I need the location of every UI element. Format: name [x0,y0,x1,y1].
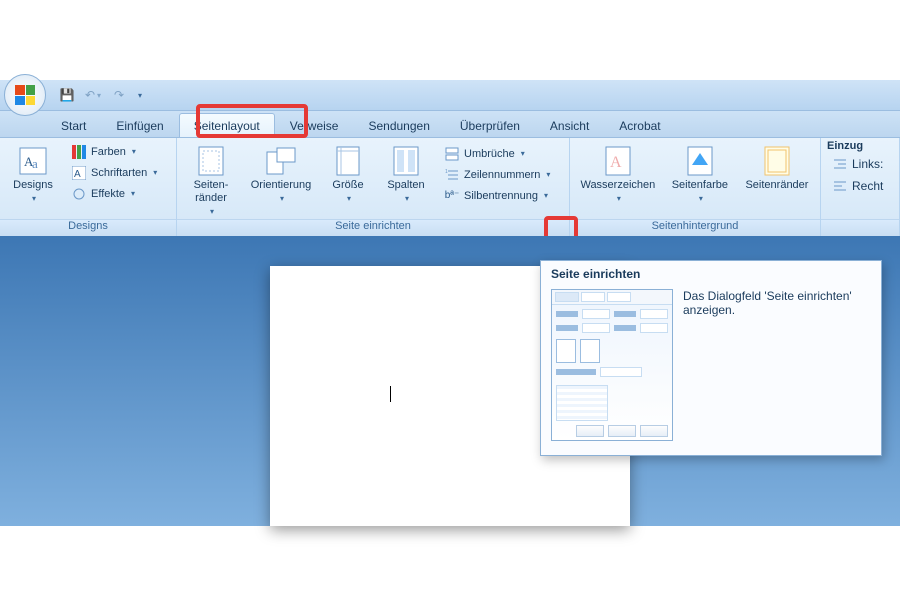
columns-label: Spalten [387,179,424,192]
hyphenation-label: Silbentrennung [464,189,538,203]
orientation-label: Orientierung [251,179,312,192]
watermark-label: Wasserzeichen [580,179,655,192]
text-cursor [390,386,391,402]
svg-text:A: A [610,154,622,171]
columns-button[interactable]: Spalten▾ [379,142,433,206]
chevron-down-icon: ▾ [210,205,214,218]
indent-left-label: Links: [852,157,883,171]
group-seitenhintergrund: A Wasserzeichen▾ Seitenfarbe▾ Seitenränd… [570,138,821,238]
tab-ueberpruefen[interactable]: Überprüfen [445,113,535,137]
screentip-thumbnail [551,289,673,441]
tab-acrobat[interactable]: Acrobat [604,113,675,137]
indent-right-icon [832,178,848,194]
page-color-icon [684,145,716,177]
tab-seitenlayout[interactable]: Seitenlayout [179,113,275,137]
chevron-down-icon: ▾ [405,192,409,205]
group-designs: Aa Designs ▾ Farben ▾ A Schriftarten ▾ [0,138,177,238]
chevron-down-icon: ▾ [32,192,36,205]
screentip-title: Seite einrichten [541,261,881,285]
tab-sendungen[interactable]: Sendungen [353,113,444,137]
fonts-label: Schriftarten [91,166,147,180]
office-logo-icon [15,85,35,105]
group-absatz: Einzug Links: Recht [821,138,900,238]
screenshot-stage: 💾 ↶▾ ↷ ▾ Start Einfügen Seitenlayout Ver… [0,0,900,600]
chevron-down-icon: ▾ [97,91,101,100]
page-borders-button[interactable]: Seitenränder [740,142,814,193]
size-button[interactable]: Größe▾ [323,142,373,206]
title-bar: 💾 ↶▾ ↷ ▾ [0,80,900,111]
chevron-down-icon: ▾ [544,189,548,203]
colors-label: Farben [91,145,126,159]
hyphenation-button[interactable]: bª⁻ Silbentrennung ▾ [439,186,555,206]
redo-icon: ↷ [114,88,124,102]
effects-button[interactable]: Effekte ▾ [66,184,162,204]
svg-text:1: 1 [445,169,448,175]
margins-icon [195,145,227,177]
chevron-down-icon: ▾ [132,145,136,159]
watermark-button[interactable]: A Wasserzeichen▾ [576,142,660,206]
page-color-button[interactable]: Seitenfarbe▾ [666,142,734,206]
size-label: Größe [332,179,363,192]
colors-icon [71,144,87,160]
columns-icon [390,145,422,177]
qat-customize-icon[interactable]: ▾ [138,91,142,100]
breaks-button[interactable]: Umbrüche ▾ [439,144,555,164]
chevron-down-icon: ▾ [617,192,621,205]
watermark-icon: A [602,145,634,177]
tab-ansicht[interactable]: Ansicht [535,113,604,137]
office-button[interactable] [4,74,46,116]
fonts-button[interactable]: A Schriftarten ▾ [66,163,162,183]
svg-text:A: A [74,169,81,180]
redo-button[interactable]: ↷ [110,86,128,104]
fonts-icon: A [71,165,87,181]
line-numbers-button[interactable]: 1 Zeilennummern ▾ [439,165,555,185]
chevron-down-icon: ▾ [521,147,525,161]
indent-right-label: Recht [852,179,883,193]
margins-button[interactable]: Seiten- ränder▾ [183,142,239,219]
hyphenation-icon: bª⁻ [444,188,460,204]
designs-button[interactable]: Aa Designs ▾ [6,142,60,206]
orientation-icon [265,145,297,177]
indent-left-icon [832,156,848,172]
page-borders-label: Seitenränder [745,179,808,192]
chevron-down-icon: ▾ [546,168,550,182]
effects-label: Effekte [91,187,125,201]
screentip-text: Das Dialogfeld 'Seite einrichten' anzeig… [683,289,863,441]
effects-icon [71,186,87,202]
orientation-button[interactable]: Orientierung▾ [245,142,317,206]
breaks-icon [444,146,460,162]
app-window: 💾 ↶▾ ↷ ▾ Start Einfügen Seitenlayout Ver… [0,80,900,239]
chevron-down-icon: ▾ [699,192,703,205]
ribbon-tab-bar: Start Einfügen Seitenlayout Verweise Sen… [0,111,900,138]
chevron-down-icon: ▾ [153,166,157,180]
page-color-label: Seitenfarbe [672,179,728,192]
screentip: Seite einrichten Das Dialogfeld 'Seit [540,260,882,456]
tab-start[interactable]: Start [46,113,101,137]
line-numbers-label: Zeilennummern [464,168,540,182]
chevron-down-icon: ▾ [131,187,135,201]
indent-right-row: Recht [827,176,888,196]
ribbon: Aa Designs ▾ Farben ▾ A Schriftarten ▾ [0,138,900,239]
group-seite-einrichten: Seiten- ränder▾ Orientierung▾ Größe▾ Spa… [177,138,570,238]
line-numbers-icon: 1 [444,167,460,183]
einzug-heading: Einzug [827,140,863,152]
themes-icon: Aa [17,145,49,177]
size-icon [332,145,364,177]
undo-button[interactable]: ↶▾ [84,86,102,104]
svg-text:a: a [32,156,38,171]
save-icon: 💾 [60,88,75,102]
chevron-down-icon: ▾ [347,192,351,205]
save-button[interactable]: 💾 [58,86,76,104]
undo-icon: ↶ [85,88,95,102]
tab-einfuegen[interactable]: Einfügen [101,113,178,137]
margins-label: Seiten- ränder [194,179,229,205]
colors-button[interactable]: Farben ▾ [66,142,162,162]
designs-label: Designs [13,179,53,192]
page-borders-icon [761,145,793,177]
quick-access-toolbar: 💾 ↶▾ ↷ ▾ [58,86,142,104]
indent-left-row: Links: [827,154,888,174]
breaks-label: Umbrüche [464,147,515,161]
tab-verweise[interactable]: Verweise [275,113,354,137]
chevron-down-icon: ▾ [280,192,284,205]
